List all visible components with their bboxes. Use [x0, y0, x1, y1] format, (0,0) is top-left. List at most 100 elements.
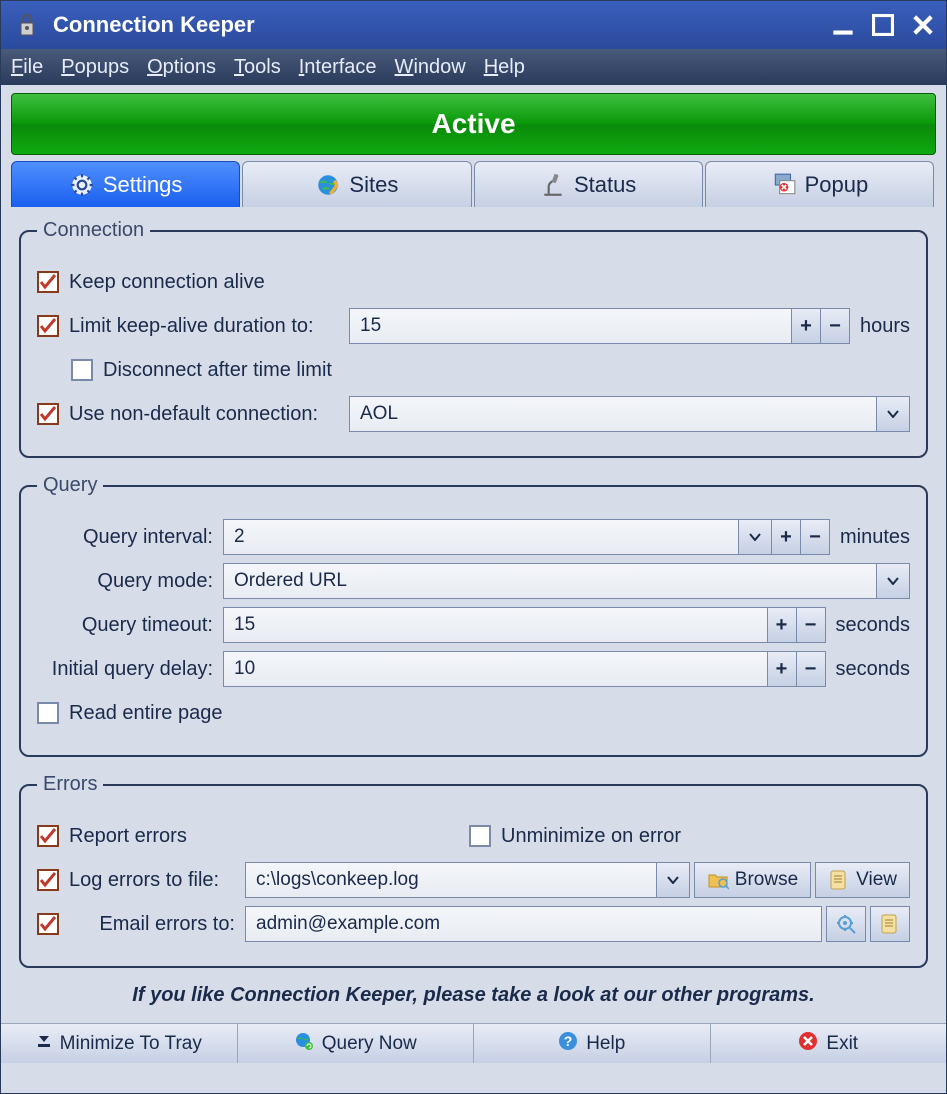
limit-duration-unit: hours — [860, 315, 910, 338]
email-log-button[interactable] — [870, 906, 910, 942]
connection-dropdown-button[interactable] — [876, 396, 910, 432]
menu-file[interactable]: File — [11, 56, 43, 79]
status-banner: Active — [11, 93, 936, 155]
query-mode-dropdown[interactable] — [876, 563, 910, 599]
limit-duration-label: Limit keep-alive duration to: — [69, 315, 349, 338]
read-entire-checkbox[interactable] — [37, 702, 59, 724]
minimize-window-button[interactable] — [832, 14, 854, 36]
svg-text:?: ? — [564, 1033, 573, 1049]
email-settings-button[interactable] — [826, 906, 866, 942]
help-icon: ? — [558, 1031, 578, 1057]
limit-duration-input[interactable] — [349, 308, 792, 344]
query-delay-unit: seconds — [836, 658, 911, 681]
query-mode-select[interactable] — [223, 563, 877, 599]
globe-refresh-icon — [294, 1031, 314, 1057]
minimize-to-tray-button[interactable]: Minimize To Tray — [1, 1024, 238, 1063]
gear-icon — [69, 172, 95, 198]
maximize-window-button[interactable] — [872, 14, 894, 36]
limit-duration-checkbox[interactable] — [37, 315, 59, 337]
view-button[interactable]: View — [815, 862, 910, 898]
tab-label: Settings — [103, 172, 183, 198]
menu-help[interactable]: Help — [484, 56, 525, 79]
email-errors-label: Email errors to: — [69, 913, 245, 936]
unminimize-label: Unminimize on error — [501, 825, 681, 848]
folder-icon — [707, 869, 729, 891]
tab-status[interactable]: Status — [474, 161, 703, 207]
tab-label: Status — [574, 172, 636, 198]
promo-text: If you like Connection Keeper, please ta… — [19, 984, 928, 1007]
query-delay-input[interactable] — [223, 651, 768, 687]
footer-label: Minimize To Tray — [60, 1033, 202, 1055]
log-file-dropdown[interactable] — [656, 862, 690, 898]
group-legend: Query — [37, 474, 103, 497]
footer-label: Help — [586, 1033, 625, 1055]
query-delay-minus[interactable]: − — [796, 651, 826, 687]
tray-icon — [36, 1033, 52, 1055]
menu-popups[interactable]: Popups — [61, 56, 129, 79]
close-icon — [798, 1031, 818, 1057]
query-timeout-input[interactable] — [223, 607, 768, 643]
use-nondefault-label: Use non-default connection: — [69, 403, 349, 426]
globe-icon — [315, 172, 341, 198]
tab-strip: Settings Sites Status Popup — [11, 161, 936, 207]
tab-sites[interactable]: Sites — [242, 161, 471, 207]
close-window-button[interactable] — [912, 14, 934, 36]
email-errors-checkbox[interactable] — [37, 913, 59, 935]
settings-panel: Connection Keep connection alive Limit k… — [1, 207, 946, 1023]
log-errors-label: Log errors to file: — [69, 869, 245, 892]
connection-select[interactable] — [349, 396, 877, 432]
email-input[interactable] — [245, 906, 822, 942]
unminimize-checkbox[interactable] — [469, 825, 491, 847]
query-interval-input[interactable] — [223, 519, 739, 555]
connection-group: Connection Keep connection alive Limit k… — [19, 219, 928, 458]
browse-button[interactable]: Browse — [694, 862, 811, 898]
query-interval-plus[interactable]: + — [771, 519, 801, 555]
tab-label: Popup — [805, 172, 869, 198]
report-errors-label: Report errors — [69, 825, 469, 848]
query-timeout-unit: seconds — [836, 614, 911, 637]
tab-label: Sites — [349, 172, 398, 198]
query-interval-label: Query interval: — [37, 526, 223, 549]
group-legend: Errors — [37, 773, 103, 796]
menu-interface[interactable]: Interface — [299, 56, 377, 79]
disconnect-after-label: Disconnect after time limit — [103, 359, 332, 382]
footer-label: Query Now — [322, 1033, 417, 1055]
limit-duration-plus[interactable]: + — [791, 308, 821, 344]
query-now-button[interactable]: Query Now — [238, 1024, 475, 1063]
limit-duration-minus[interactable]: − — [820, 308, 850, 344]
query-group: Query Query interval: + − minutes Query … — [19, 474, 928, 757]
query-timeout-plus[interactable]: + — [767, 607, 797, 643]
exit-button[interactable]: Exit — [711, 1024, 947, 1063]
keep-alive-label: Keep connection alive — [69, 271, 265, 294]
microscope-icon — [540, 172, 566, 198]
disconnect-after-checkbox[interactable] — [71, 359, 93, 381]
query-interval-dropdown[interactable] — [738, 519, 772, 555]
view-label: View — [856, 869, 897, 891]
footer-toolbar: Minimize To Tray Query Now ? Help Exit — [1, 1023, 946, 1063]
popup-icon — [771, 172, 797, 198]
menu-tools[interactable]: Tools — [234, 56, 281, 79]
query-interval-minus[interactable]: − — [800, 519, 830, 555]
use-nondefault-checkbox[interactable] — [37, 403, 59, 425]
log-file-input[interactable] — [245, 862, 657, 898]
keep-alive-checkbox[interactable] — [37, 271, 59, 293]
browse-label: Browse — [735, 869, 798, 891]
query-timeout-minus[interactable]: − — [796, 607, 826, 643]
query-delay-label: Initial query delay: — [37, 658, 223, 681]
menu-window[interactable]: Window — [395, 56, 466, 79]
app-icon — [13, 11, 41, 39]
help-button[interactable]: ? Help — [474, 1024, 711, 1063]
gear-search-icon — [835, 913, 857, 935]
query-timeout-label: Query timeout: — [37, 614, 223, 637]
menu-options[interactable]: Options — [147, 56, 216, 79]
tab-settings[interactable]: Settings — [11, 161, 240, 207]
errors-group: Errors Report errors Unminimize on error… — [19, 773, 928, 968]
log-errors-checkbox[interactable] — [37, 869, 59, 891]
tab-popup[interactable]: Popup — [705, 161, 934, 207]
query-delay-plus[interactable]: + — [767, 651, 797, 687]
query-mode-label: Query mode: — [37, 570, 223, 593]
scroll-icon — [879, 913, 901, 935]
read-entire-label: Read entire page — [69, 702, 222, 725]
titlebar: Connection Keeper — [1, 1, 946, 49]
report-errors-checkbox[interactable] — [37, 825, 59, 847]
